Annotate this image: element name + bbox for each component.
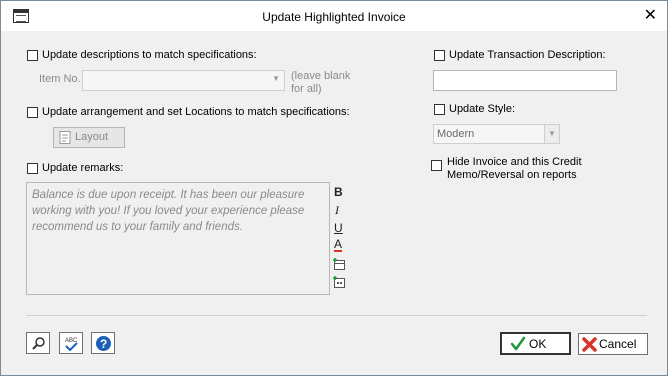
item-no-combobox[interactable]: ▼ <box>82 70 285 91</box>
update-invoice-dialog: Update Highlighted Invoice ✕ Update desc… <box>0 0 668 376</box>
underline-button[interactable]: U <box>334 221 343 235</box>
update-remarks-label: Update remarks: <box>42 162 124 174</box>
layout-button-label: Layout <box>75 131 109 143</box>
update-remarks-checkbox[interactable] <box>27 163 38 174</box>
ok-button-label: OK <box>529 337 547 351</box>
update-transaction-label: Update Transaction Description: <box>449 49 606 61</box>
checkmark-icon <box>510 336 526 351</box>
layout-icon <box>59 131 71 144</box>
style-dropdown-button[interactable]: ▼ <box>544 125 559 143</box>
update-arrangement-checkbox[interactable] <box>27 107 38 118</box>
chevron-down-icon[interactable]: ▼ <box>272 74 280 83</box>
update-style-checkbox[interactable] <box>434 104 445 115</box>
footer-divider <box>26 315 647 316</box>
hide-invoice-label-line2: Memo/Reversal on reports <box>447 169 577 181</box>
search-button[interactable] <box>26 332 50 354</box>
bold-button[interactable]: B <box>334 185 343 199</box>
search-icon <box>32 337 45 350</box>
ok-button[interactable]: OK <box>500 332 571 355</box>
help-icon: ? <box>96 336 111 351</box>
remarks-textarea[interactable]: Balance is due upon receipt. It has been… <box>26 182 330 295</box>
cancel-button-label: Cancel <box>599 337 637 351</box>
hide-invoice-label-line1: Hide Invoice and this Credit <box>447 156 582 168</box>
x-icon <box>582 337 597 352</box>
layout-button[interactable]: Layout <box>53 127 125 148</box>
chevron-down-icon: ▼ <box>548 129 556 138</box>
italic-button[interactable]: I <box>335 203 339 218</box>
help-button[interactable]: ? <box>91 332 115 354</box>
close-icon[interactable]: ✕ <box>644 5 657 25</box>
dialog-title: Update Highlighted Invoice <box>262 10 406 24</box>
style-select-value: Modern <box>437 128 475 140</box>
spellcheck-icon: ABC <box>65 338 78 352</box>
update-arrangement-label: Update arrangement and set Locations to … <box>42 106 350 118</box>
cancel-button[interactable]: Cancel <box>578 333 648 355</box>
title-bar: Update Highlighted Invoice ✕ <box>1 1 667 31</box>
item-no-hint-line1: (leave blank <box>291 70 351 82</box>
style-select[interactable]: Modern ▼ <box>433 124 560 144</box>
insert-field-icon[interactable] <box>332 257 346 271</box>
insert-date-icon[interactable] <box>332 275 346 289</box>
transaction-description-input[interactable] <box>433 70 617 91</box>
update-descriptions-checkbox[interactable] <box>27 50 38 61</box>
update-transaction-checkbox[interactable] <box>434 50 445 61</box>
update-descriptions-label: Update descriptions to match specificati… <box>42 49 257 61</box>
update-style-label: Update Style: <box>449 103 516 115</box>
hide-invoice-checkbox[interactable] <box>431 160 442 171</box>
font-color-button[interactable]: A <box>334 238 343 252</box>
spellcheck-button[interactable]: ABC <box>59 332 83 354</box>
svg-text:?: ? <box>100 337 107 351</box>
item-no-label: Item No. <box>39 73 81 85</box>
item-no-hint-line2: for all) <box>291 83 322 95</box>
